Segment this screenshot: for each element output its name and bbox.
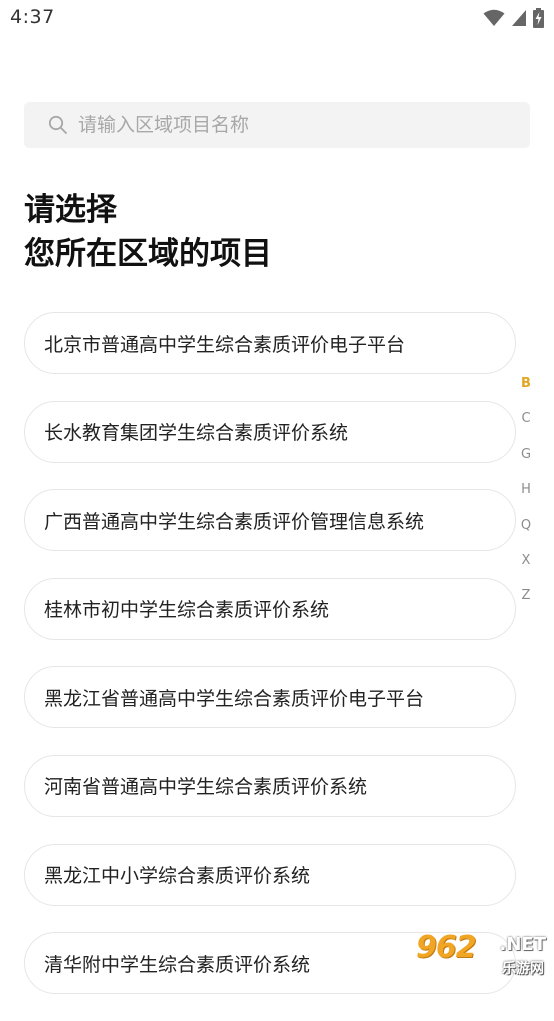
project-item[interactable]: 黑龙江省普通高中学生综合素质评价电子平台 xyxy=(24,666,516,729)
project-item[interactable]: 黑龙江中小学综合素质评价系统 xyxy=(24,843,516,906)
project-item[interactable]: 桂林市初中学生综合素质评价系统 xyxy=(24,577,516,640)
search-bar[interactable] xyxy=(24,102,530,148)
heading-prefix: 您所在 xyxy=(24,236,117,272)
wifi-icon xyxy=(483,9,505,31)
project-item[interactable]: 河南省普通高中学生综合素质评价系统 xyxy=(24,754,516,817)
watermark-net: .NET xyxy=(499,934,546,955)
project-item[interactable]: 北京市普通高中学生综合素质评价电子平台 xyxy=(24,312,516,374)
watermark-sub: 乐游网 xyxy=(502,961,544,977)
battery-charging-icon xyxy=(533,8,544,32)
signal-icon xyxy=(511,9,527,31)
status-icons xyxy=(483,8,544,32)
index-letter-h[interactable]: H xyxy=(516,480,536,515)
heading-highlight: 区域的项目 xyxy=(115,232,274,276)
project-item[interactable]: 广西普通高中学生综合素质评价管理信息系统 xyxy=(24,489,516,552)
heading-line-2: 您所在区域的项目 xyxy=(24,232,274,276)
search-input[interactable] xyxy=(78,114,478,136)
index-letter-z[interactable]: Z xyxy=(516,586,536,621)
heading-line-1: 请选择 xyxy=(24,192,117,228)
index-letter-g[interactable]: G xyxy=(516,445,536,480)
index-letter-b[interactable]: B xyxy=(516,374,536,409)
index-letter-x[interactable]: X xyxy=(516,551,536,586)
page-heading: 请选择 您所在区域的项目 xyxy=(24,188,274,276)
watermark-number: 962 xyxy=(416,930,477,965)
project-list: 北京市普通高中学生综合素质评价电子平台 长水教育集团学生综合素质评价系统 广西普… xyxy=(24,312,516,1021)
status-time: 4:37 xyxy=(10,6,55,28)
search-icon xyxy=(48,115,68,135)
status-bar: 4:37 xyxy=(0,0,554,38)
alphabet-index: B C G H Q X Z xyxy=(516,374,536,622)
index-letter-q[interactable]: Q xyxy=(516,516,536,551)
project-item[interactable]: 长水教育集团学生综合素质评价系统 xyxy=(24,400,516,463)
index-letter-c[interactable]: C xyxy=(516,409,536,444)
watermark-logo: 962 .NET 乐游网 xyxy=(412,930,548,980)
